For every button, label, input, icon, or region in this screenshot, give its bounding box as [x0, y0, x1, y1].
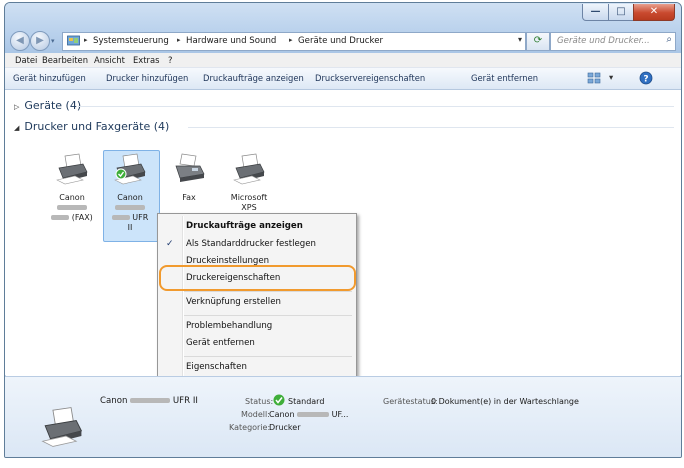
breadcrumb-separator: ▸: [289, 36, 293, 44]
back-button[interactable]: ◀: [10, 31, 30, 51]
add-device-button[interactable]: Gerät hinzufügen: [13, 73, 86, 83]
collapse-arrow-icon: ◢: [14, 124, 20, 132]
device-status-label: Gerätestatus:: [383, 397, 438, 406]
minimize-button[interactable]: —: [582, 4, 609, 21]
breadcrumb-geraete-und-drucker[interactable]: Geräte und Drucker: [298, 36, 383, 46]
printer-large-icon: [41, 407, 83, 447]
highlight-annotation-printer-properties: [159, 265, 356, 291]
control-panel-icon: [67, 35, 80, 46]
close-button[interactable]: ✕: [633, 4, 675, 21]
search-icon[interactable]: ⌕: [666, 34, 672, 45]
group-header-printers[interactable]: ◢ Drucker und Faxgeräte (4): [14, 120, 169, 133]
title-bar: — □ ✕ ◀ ▶ ▾ ▸ Systemsteuerung ▸ Hardware…: [5, 3, 681, 53]
printer-icon: [56, 153, 88, 185]
menu-item-create-shortcut[interactable]: Verknüpfung erstellen: [186, 297, 281, 307]
context-menu: ✓ Druckaufträge anzeigen Als Standarddru…: [157, 213, 357, 383]
svg-text:?: ?: [643, 75, 648, 85]
device-name-line2: XPS: [241, 203, 257, 212]
fax-icon: [175, 153, 205, 182]
menu-bearbeiten[interactable]: Bearbeiten: [42, 55, 88, 65]
maximize-button[interactable]: □: [608, 4, 634, 21]
remove-device-button[interactable]: Gerät entfernen: [471, 73, 538, 83]
group-divider: [78, 106, 674, 107]
menu-item-see-print-jobs[interactable]: Druckaufträge anzeigen: [186, 221, 303, 231]
device-canon-fax[interactable]: Canon (FAX): [50, 152, 94, 223]
device-name-line1: Microsoft: [230, 193, 268, 202]
redacted-text: [108, 203, 152, 213]
expand-arrow-icon: ▷: [14, 103, 20, 111]
search-placeholder: Geräte und Drucker...: [557, 36, 650, 46]
forward-button[interactable]: ▶: [30, 31, 50, 51]
device-fax[interactable]: Fax: [167, 152, 211, 203]
menu-extras[interactable]: Extras: [133, 55, 159, 65]
details-pane: Canon UFR II Status: Standard Modell: Ca…: [5, 376, 681, 457]
category-value: Drucker: [269, 423, 301, 432]
device-canon-ufr-ii[interactable]: Canon UFR II: [108, 152, 152, 233]
menu-ansicht[interactable]: Ansicht: [94, 55, 125, 65]
help-icon[interactable]: ?: [639, 71, 653, 85]
device-status-value: 0 Dokument(e) in der Warteschlange: [431, 397, 579, 406]
menu-item-set-default-printer[interactable]: Als Standarddrucker festlegen: [186, 239, 316, 249]
device-name-line2: UFR: [108, 213, 152, 223]
close-icon: ✕: [649, 6, 659, 17]
group-header-devices[interactable]: ▷ Geräte (4): [14, 99, 81, 112]
breadcrumb-separator: ▸: [177, 36, 181, 44]
menu-item-troubleshoot[interactable]: Problembehandlung: [186, 321, 272, 331]
devices-and-printers-window: — □ ✕ ◀ ▶ ▾ ▸ Systemsteuerung ▸ Hardware…: [4, 2, 682, 458]
menu-datei[interactable]: Datei: [15, 55, 37, 65]
refresh-button[interactable]: ⟳: [526, 32, 550, 51]
view-options-dropdown-icon[interactable]: ▾: [609, 72, 613, 82]
device-name-line1: Fax: [182, 193, 196, 202]
group-divider: [188, 127, 674, 128]
address-bar[interactable]: ▸ Systemsteuerung ▸ Hardware und Sound ▸…: [62, 32, 526, 51]
breadcrumb-hardware-und-sound[interactable]: Hardware und Sound: [186, 36, 276, 46]
menu-bar: Datei Bearbeiten Ansicht Extras ?: [5, 53, 681, 68]
status-label: Status:: [245, 397, 274, 406]
menu-separator: [184, 315, 352, 316]
device-name-line1: Canon: [117, 193, 143, 202]
minimize-icon: —: [590, 6, 601, 17]
recent-pages-dropdown-icon[interactable]: ▾: [51, 37, 55, 45]
see-print-jobs-button[interactable]: Druckaufträge anzeigen: [203, 73, 304, 83]
add-printer-button[interactable]: Drucker hinzufügen: [106, 73, 188, 83]
address-dropdown-icon[interactable]: ▾: [518, 35, 522, 44]
group-label: Geräte (4): [24, 99, 82, 112]
menu-item-properties[interactable]: Eigenschaften: [186, 362, 247, 372]
search-input[interactable]: Geräte und Drucker... ⌕: [550, 32, 676, 51]
back-arrow-icon: ◀: [16, 35, 24, 46]
menu-item-remove-device[interactable]: Gerät entfernen: [186, 338, 255, 348]
breadcrumb-systemsteuerung[interactable]: Systemsteuerung: [93, 36, 169, 46]
view-options-icon[interactable]: [587, 71, 603, 85]
device-name-line1: Canon: [59, 193, 85, 202]
menu-separator: [184, 356, 352, 357]
model-value: Canon UF...: [269, 410, 349, 419]
device-name: Canon UFR II: [100, 396, 198, 406]
redacted-text: [50, 203, 94, 213]
device-microsoft-xps[interactable]: Microsoft XPS: [227, 152, 271, 213]
maximize-icon: □: [616, 6, 626, 17]
forward-arrow-icon: ▶: [36, 35, 44, 46]
default-check-icon: [273, 394, 285, 406]
menu-separator: [184, 291, 352, 292]
printer-icon: [114, 153, 146, 185]
model-label: Modell:: [241, 410, 270, 419]
refresh-icon: ⟳: [533, 35, 543, 46]
status-value: Standard: [288, 397, 325, 406]
device-name-line3: II: [127, 223, 133, 232]
checkmark-icon: ✓: [166, 239, 174, 249]
breadcrumb-separator: ▸: [84, 36, 88, 44]
group-label: Drucker und Faxgeräte (4): [24, 120, 170, 133]
print-server-properties-button[interactable]: Druckserver­eigenschaften: [315, 73, 425, 83]
command-bar: Gerät hinzufügen Drucker hinzufügen Druc…: [5, 68, 681, 90]
category-label: Kategorie:: [229, 423, 271, 432]
printer-icon: [233, 153, 265, 185]
menu-help[interactable]: ?: [168, 55, 172, 65]
device-name-line2: (FAX): [50, 213, 94, 223]
